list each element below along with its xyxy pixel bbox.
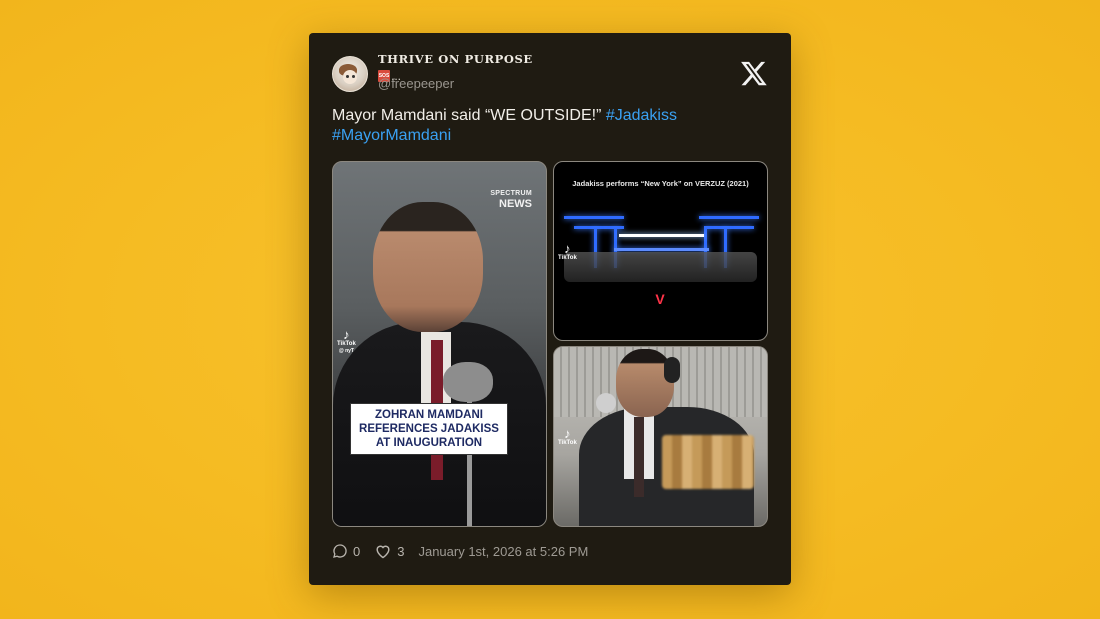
tiktok-icon: ♪ [343,327,350,342]
video-caption: ZOHRAN MAMDANI REFERENCES JADAKISS AT IN… [350,403,508,455]
tiktok-watermark: ♪ TikTok @ nyT [337,327,356,354]
x-logo-icon[interactable] [740,59,768,87]
reply-count: 0 [353,543,361,559]
avatar[interactable] [332,56,368,92]
tweet-body: Mayor Mamdani said “WE OUTSIDE!” [332,107,606,124]
like-count: 3 [397,543,405,559]
video-inauguration[interactable]: SPECTRUM NEWS ♪ TikTok @ nyT ZOHRAN MAMD… [332,161,547,527]
tweet-text: Mayor Mamdani said “WE OUTSIDE!” #Jadaki… [332,106,772,146]
reply-button[interactable]: 0 [332,543,360,559]
pixelated-object [662,435,754,489]
tweet-actions: 0 3 January 1st, 2026 at 5:26 PM [332,543,588,559]
hashtag-mayormamdani[interactable]: #MayorMamdani [332,127,451,144]
microphone [443,362,493,402]
video-verzuz[interactable]: Jadakiss performs “New York” on VERZUZ (… [553,161,768,341]
author-name[interactable]: THRIVE ON PURPOSE [378,52,533,66]
tweet-card: THRIVE ON PURPOSE SOS ... @freepeeper Ma… [309,33,791,585]
tiktok-watermark: ♪ TikTok [558,241,577,261]
like-button[interactable]: 3 [374,543,404,559]
spectrum-news-logo: SPECTRUM NEWS [490,190,532,210]
author-handle[interactable]: @freepeeper [378,76,454,91]
video-interview[interactable]: ♪ TikTok [553,346,768,527]
microphone [596,393,616,413]
person-tie [634,417,644,497]
tiktok-watermark: ♪ TikTok [558,426,577,446]
hashtag-jadakiss[interactable]: #Jadakiss [606,107,677,124]
verzuz-logo: V [655,291,665,307]
reply-icon [333,544,347,558]
headphones [664,357,680,383]
tweet-date[interactable]: January 1st, 2026 at 5:26 PM [418,544,588,559]
verzuz-title: Jadakiss performs “New York” on VERZUZ (… [572,179,749,188]
person-head [373,202,483,332]
crowd [564,252,757,282]
tiktok-icon: ♪ [564,426,571,441]
heart-icon [376,545,390,559]
tiktok-icon: ♪ [564,241,571,256]
